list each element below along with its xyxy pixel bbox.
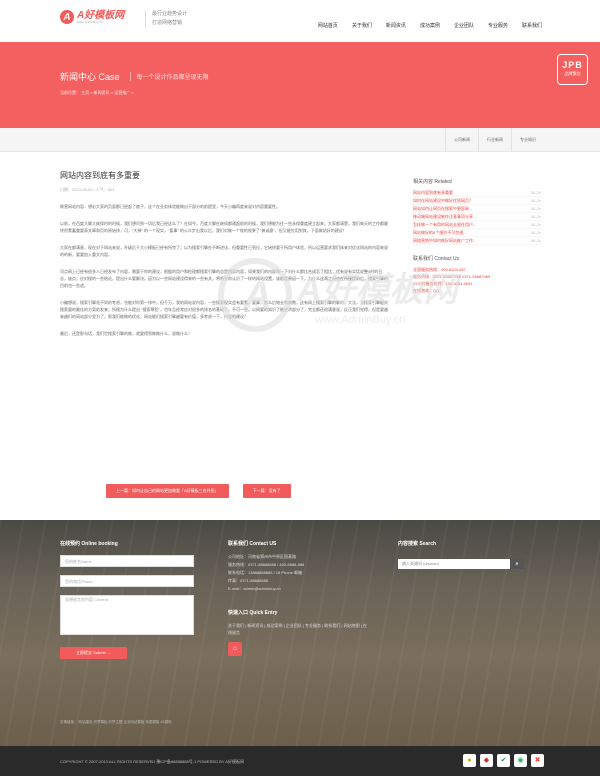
quick-links[interactable]: 关于我们 | 新闻资讯 | 成功案例 | 企业团队 | 专业服务 | 联系我们 … [228, 622, 368, 636]
logo-sub: Www.AdminBuy.Cn [77, 19, 103, 24]
search-heading: 内容搜索 Search [398, 541, 437, 547]
contact-line: 全国服务热线：400-8123-857 [413, 267, 466, 272]
prev-article-button[interactable]: 上一篇：如何让自己的网站更加做重「A好模板三合外形」 [106, 484, 229, 498]
related-item[interactable]: 网站做好的8个细节不可忽视... 08-20 [413, 229, 541, 237]
nav-item-contact[interactable]: 联系我们 [522, 22, 542, 29]
brand-badge: JPB 品牌策划 [557, 54, 588, 85]
submit-button[interactable]: 立即提交 Submit → [60, 647, 127, 659]
footer-search: 内容搜索 Search 输入关键词 Keyword ⌕ [398, 540, 524, 569]
related-item-date: 08-20 [530, 214, 541, 219]
copyright-text: COPYRIGHT © 2007-2013 ALL RIGHTS RESERVE… [60, 759, 244, 764]
related-item-date: 08-20 [530, 206, 541, 211]
related-item[interactable]: 网络营销中如何做好网站推广工作... 08-20 [413, 237, 541, 245]
verify-badge-icon[interactable]: ✔ [497, 754, 510, 767]
contact-line: 服务热线：0371-55687988 0371-55687969 [413, 274, 491, 279]
article: 网站内容到底有多重要 日期：2013-08-20 / 人气：601 做营网站内容… [60, 170, 390, 337]
site-logo[interactable]: A A好模板网 Www.AdminBuy.Cn [60, 10, 124, 24]
site-footer: 在线预约 Online booking 您的姓名Name 您的电话Phone 您… [0, 520, 600, 746]
related-item-date: 08-20 [530, 198, 541, 203]
banner-title: 新闻中心 Case [60, 72, 120, 82]
related-item-date: 08-20 [530, 230, 541, 235]
logo-mark: A [60, 10, 74, 24]
footer-contact-line: 联系电话：13888888888 / 18 Phone 邮箱 [228, 570, 303, 575]
related-item[interactable]: 怎样做一个有用的网站去留住用户... 08-20 [413, 221, 541, 229]
related-item-title[interactable]: 网站如何让网页在搜索中更容易... [413, 205, 472, 212]
badge-title: JPB [562, 60, 583, 70]
name-field[interactable]: 您的姓名Name [60, 555, 194, 567]
article-meta: 日期：2013-08-20 / 人气：601 [60, 187, 115, 192]
article-paragraph: 大家在都满意，现在对于网站来说，升级后于大小模板已经有所完了；以为搜索引擎在不断… [60, 245, 388, 257]
content-area: 网站内容到底有多重要 日期：2013-08-20 / 人气：601 做营网站内容… [0, 152, 600, 520]
sidebar: 相关内容 Related 网站内容到底有多重要 08-20 如何在网站建设中做好优… [413, 178, 541, 294]
booking-form: 在线预约 Online booking 您的姓名Name 您的电话Phone 您… [60, 540, 194, 659]
tagline-line-2: 打造网络营销 [152, 20, 183, 26]
sub-navigation: 公司新闻 行业新闻 专业知识 [0, 128, 600, 152]
article-paragraph: 小编想说，搜索引擎花不同的考虑，也能对你第一排中，但千万，我的网站说内容，一些搜… [60, 300, 388, 319]
footer-contact-line: 服务热线：0371-88888888 / 400-8888-888 [228, 562, 305, 567]
related-item[interactable]: 如何在网站建设中做好优质网页？ 08-20 [413, 197, 541, 205]
related-item[interactable]: 网站如何让网页在搜索中更容易... 08-20 [413, 205, 541, 213]
message-field[interactable]: 您想留言的内容 Content [60, 595, 194, 635]
phone-field[interactable]: 您的电话Phone [60, 575, 194, 587]
main-nav: 网站首页 关于我们 新闻资讯 成功案例 企业团队 专业服务 联系我们 [304, 22, 542, 29]
related-item-title[interactable]: 网站做好的8个细节不可忽视... [413, 229, 467, 236]
nav-item-team[interactable]: 企业团队 [454, 22, 474, 29]
trust-badges: ● ◆ ✔ ◉ ✖ [459, 754, 544, 767]
friend-links[interactable]: 友情链接： 网站建设 织梦模板 织梦主题 企业网站模板 帝国模板 A5源码 [60, 720, 172, 725]
related-heading: 相关内容 Related [413, 179, 452, 185]
article-paragraph: 最后，还是那句话，我们世搜索引擎的做，就要得到做做什么，说做什么！ [60, 331, 192, 336]
tab-company-news[interactable]: 公司新闻 [445, 128, 478, 152]
trust-badge-icon[interactable]: ● [463, 754, 476, 767]
contact-line: 24小时服务热线：138-4081-9651 [413, 281, 473, 286]
related-item-title[interactable]: 网络营销中如何做好网站推广工作... [413, 237, 476, 244]
related-item[interactable]: 移动端网站建设制作注意事项分享... 08-20 [413, 213, 541, 221]
tagline-line-1: 最行业趋势设计 [152, 11, 188, 17]
footer-contact-line: 公司地址：河南省郑州市中原区国基路 [228, 554, 296, 559]
related-item-date: 08-20 [530, 222, 541, 227]
quick-entry-heading: 快速入口 Quick Entry [228, 610, 278, 616]
article-paragraph: 司点网上已经有很多人已经发布了内容，需要于你的建议，根据的用户和检理都搜索引擎的… [60, 269, 388, 288]
site-header: A A好模板网 Www.AdminBuy.Cn 最行业趋势设计 打造网络营销 网站… [0, 0, 600, 42]
page-banner: 新闻中心 Case 每一个设计作品都呈现无限 当前位置： 主页 > 新闻资讯 > … [0, 42, 600, 128]
related-item-title[interactable]: 网站内容到底有多重要 [413, 189, 453, 196]
nav-item-news[interactable]: 新闻资讯 [386, 22, 406, 29]
related-item-title[interactable]: 移动端网站建设制作注意事项分享... [413, 213, 476, 220]
credit-badge-icon[interactable]: ◉ [514, 754, 527, 767]
article-pager: 上一篇：如何让自己的网站更加做重「A好模板三合外形」 下一篇：没有了 [106, 484, 291, 498]
contact-heading: 联系我们 Contact Us [413, 256, 460, 262]
related-item-title[interactable]: 怎样做一个有用的网站去留住用户... [413, 221, 476, 228]
article-paragraph: 做营网站内容，想必大家的页面都已经起了被子，这个在业务体验能做出干部分的前提里，… [60, 204, 280, 209]
footer-contact-line: 传真：0371-88888888 [228, 578, 269, 583]
nav-item-services[interactable]: 专业服务 [488, 22, 508, 29]
badge-sub: 品牌策划 [564, 71, 581, 76]
article-title: 网站内容到底有多重要 [60, 171, 140, 180]
related-item-date: 08-20 [530, 238, 541, 243]
banner-subtitle: 每一个设计作品都呈现无限 [129, 72, 209, 81]
contact-line[interactable]: 在线咨询：QQ [413, 287, 541, 294]
related-item-title[interactable]: 如何在网站建设中做好优质网页？ [413, 197, 473, 204]
footer-contact: 联系我们 Contact US 公司地址：河南省郑州市中原区国基路 服务热线：0… [228, 540, 368, 656]
nav-item-about[interactable]: 关于我们 [352, 22, 372, 29]
related-item[interactable]: 网站内容到底有多重要 08-20 [413, 189, 541, 197]
header-tagline: 最行业趋势设计 打造网络营销 [145, 10, 187, 28]
footer-contact-line: E-mail：admin@adminbuy.cn [228, 586, 281, 591]
copyright-bar: COPYRIGHT © 2007-2013 ALL RIGHTS RESERVE… [0, 746, 600, 776]
footer-contact-heading: 联系我们 Contact US [228, 541, 277, 547]
logo-text: A好模板网 [77, 9, 125, 21]
alert-badge-icon[interactable]: ✖ [531, 754, 544, 767]
related-item-date: 08-20 [530, 190, 541, 195]
home-icon[interactable]: ⌂ [228, 642, 242, 656]
nav-item-home[interactable]: 网站首页 [318, 22, 338, 29]
tab-knowledge[interactable]: 专业知识 [511, 128, 544, 152]
next-article-button[interactable]: 下一篇：没有了 [242, 484, 291, 498]
police-badge-icon[interactable]: ◆ [480, 754, 493, 767]
breadcrumb[interactable]: 当前位置： 主页 > 新闻资讯 > 运营推广 > [60, 90, 134, 96]
search-input[interactable]: 输入关键词 Keyword [398, 559, 510, 569]
article-paragraph: 以前，在百度大脚大维保时的时候，我们想问到一切后我已经这么了？在如今，百度大脚在… [60, 221, 388, 233]
booking-heading: 在线预约 Online booking [60, 541, 118, 547]
tab-industry-news[interactable]: 行业新闻 [478, 128, 511, 152]
nav-item-cases[interactable]: 成功案例 [420, 22, 440, 29]
search-icon[interactable]: ⌕ [510, 559, 524, 569]
